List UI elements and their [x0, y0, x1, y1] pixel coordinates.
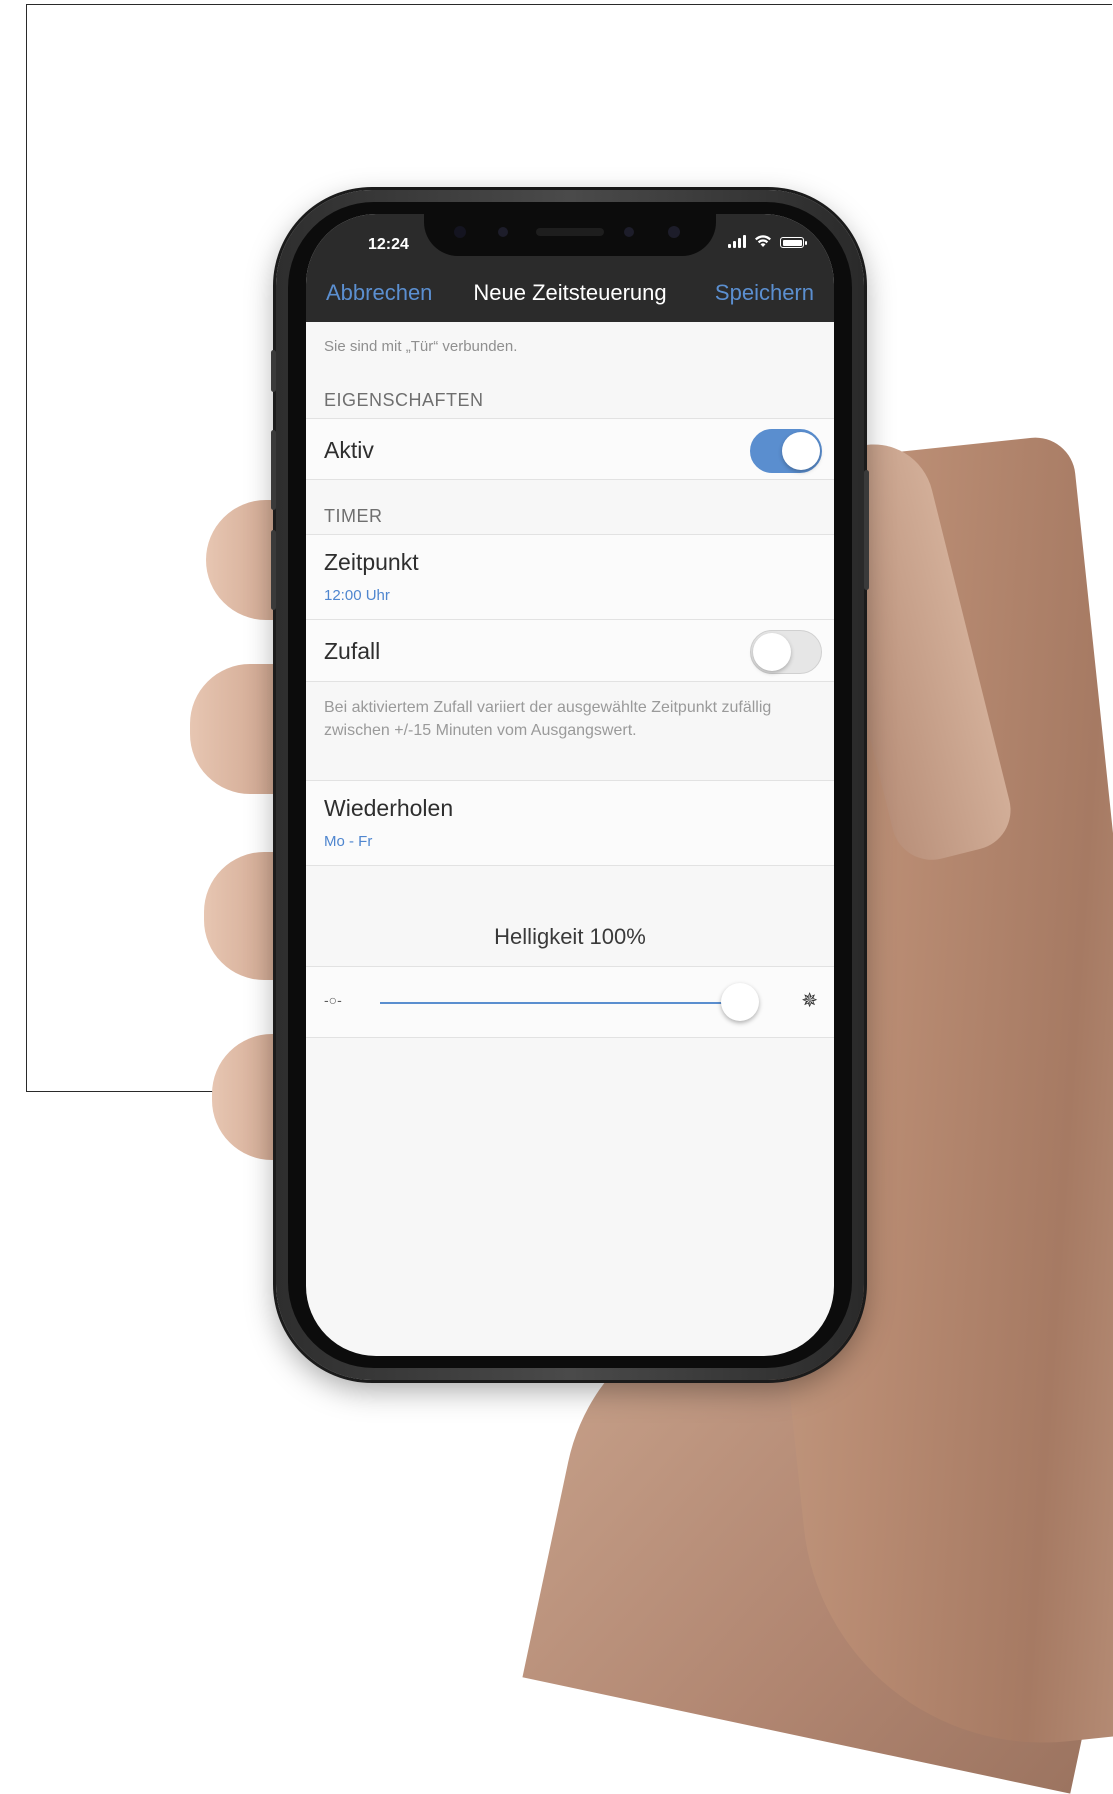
navigation-bar: Neue Zeitsteuerung Abbrechen Speichern [306, 272, 834, 314]
notch [424, 214, 716, 256]
time-value: 12:00 Uhr [324, 587, 390, 604]
random-row: Zufall [306, 620, 834, 682]
top-bar: 12:24 Neue Zeitsteuerung Abbrechen Speic… [306, 214, 834, 322]
connection-hint: Sie sind mit „Tür“ verbunden. [324, 338, 518, 355]
time-label: Zeitpunkt [324, 549, 419, 575]
sun-low-icon: -○- [324, 992, 342, 1008]
random-label: Zufall [324, 638, 381, 664]
active-row: Aktiv [306, 418, 834, 480]
phone-device: 12:24 Neue Zeitsteuerung Abbrechen Speic… [271, 190, 869, 1380]
repeat-row[interactable]: Wiederholen Mo - Fr [306, 780, 834, 866]
wifi-icon [755, 235, 771, 247]
battery-icon [780, 237, 807, 248]
status-icons [728, 234, 807, 248]
random-note: Bei aktiviertem Zufall variiert der ausg… [324, 699, 772, 739]
active-label: Aktiv [324, 437, 374, 463]
app-screen: 12:24 Neue Zeitsteuerung Abbrechen Speic… [306, 214, 834, 1356]
repeat-value: Mo - Fr [324, 833, 373, 850]
active-toggle[interactable] [750, 429, 822, 473]
cellular-signal-icon [728, 234, 746, 248]
brightness-slider-row: -○- ✵ [306, 966, 834, 1038]
brightness-label: Helligkeit 100% [494, 924, 646, 949]
section-header-timer: TIMER [324, 506, 383, 526]
settings-content: Sie sind mit „Tür“ verbunden. EIGENSCHAF… [306, 322, 834, 1038]
brightness-slider-track[interactable] [380, 1002, 740, 1004]
time-row[interactable]: Zeitpunkt 12:00 Uhr [306, 534, 834, 620]
repeat-label: Wiederholen [324, 795, 454, 821]
random-toggle[interactable] [750, 630, 822, 674]
cancel-button[interactable]: Abbrechen [326, 280, 432, 306]
brightness-slider-thumb[interactable] [721, 983, 759, 1021]
status-time: 12:24 [368, 236, 409, 253]
save-button[interactable]: Speichern [715, 280, 814, 306]
sun-high-icon: ✵ [801, 990, 818, 1012]
section-header-properties: EIGENSCHAFTEN [324, 390, 484, 410]
